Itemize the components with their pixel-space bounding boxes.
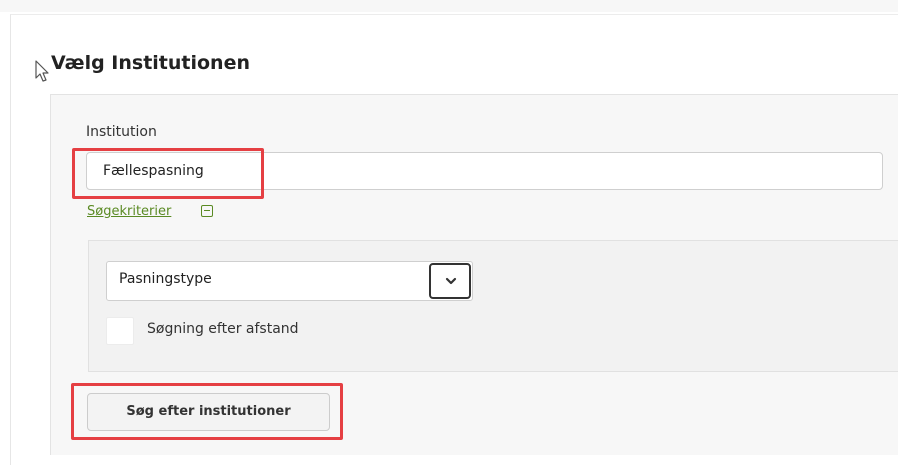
collapse-minus-icon[interactable] [201,205,213,217]
chevron-down-icon [445,277,457,285]
institution-input[interactable] [86,152,883,190]
mouse-cursor-icon [35,60,49,82]
distance-search-label: Søgning efter afstand [147,321,299,337]
search-criteria-link[interactable]: Søgekriterier [87,204,171,219]
care-type-selected-value: Pasningstype [119,271,212,287]
top-strip [0,0,898,12]
page-title: Vælg Institutionen [51,52,250,74]
institution-label: Institution [86,124,157,140]
care-type-dropdown-button[interactable] [429,263,471,299]
criteria-panel [88,240,898,372]
search-institutions-button[interactable]: Søg efter institutioner [87,393,330,431]
distance-search-checkbox[interactable] [106,317,134,345]
